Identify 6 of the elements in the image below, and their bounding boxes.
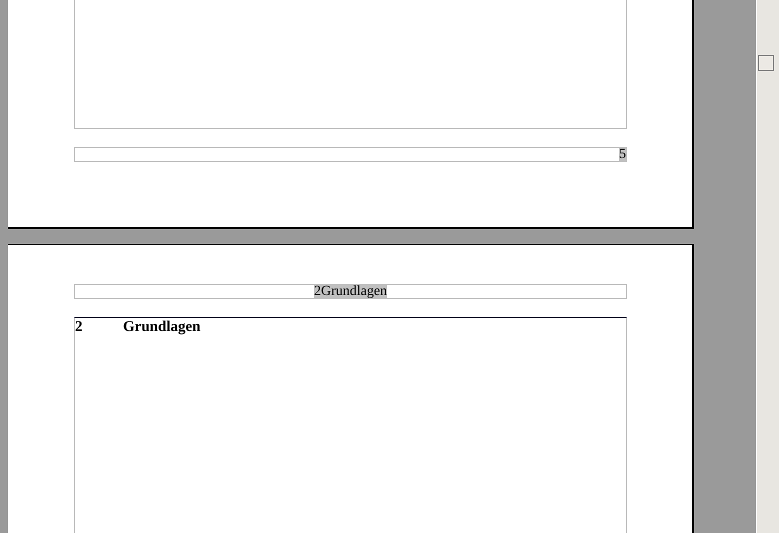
heading-title: Grundlagen [123,319,201,336]
heading-number: 2 [75,319,84,336]
scroll-thumb[interactable] [758,55,774,71]
vertical-scrollbar[interactable] [756,0,779,533]
page-number-field: 5 [619,148,626,161]
chapter-field: 2Grundlagen [314,285,388,298]
